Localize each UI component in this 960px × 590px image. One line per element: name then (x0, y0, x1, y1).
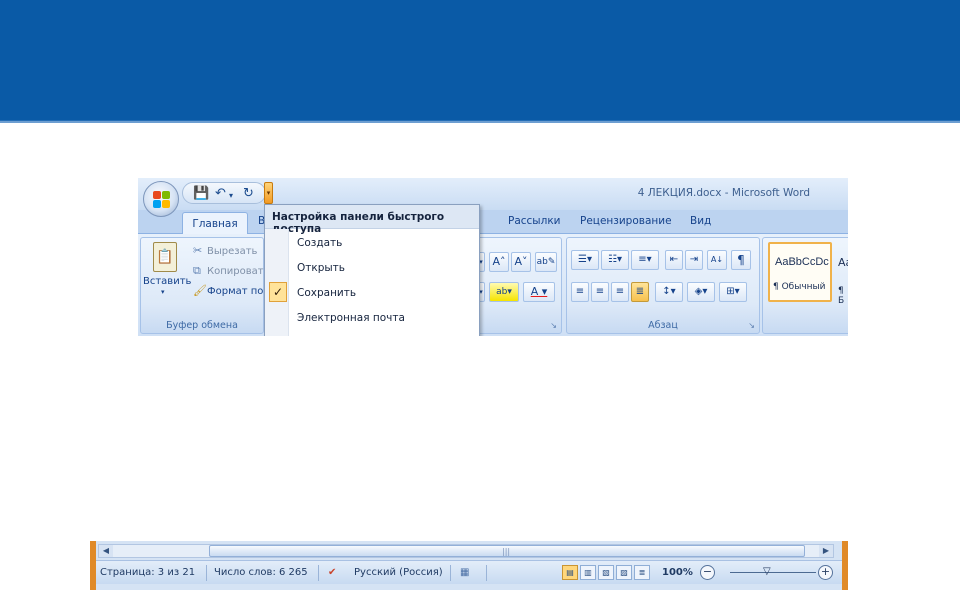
clipboard-group-label: Буфер обмена (166, 320, 238, 331)
highlight-icon[interactable]: ab▾ (489, 282, 519, 302)
menu-item-open[interactable]: Открыть (297, 262, 345, 274)
paragraph-dialog-launcher[interactable]: ↘ (748, 321, 755, 330)
justify-icon[interactable]: ≣ (631, 282, 649, 302)
title-bar: 💾 ↶ ▾ ↻ ▾ 4 ЛЕКЦИЯ.docx - Microsoft Word (138, 178, 848, 217)
numbering-icon[interactable]: ☷▾ (601, 250, 629, 270)
page-counter[interactable]: Страница: 3 из 21 (100, 567, 195, 578)
bullets-icon[interactable]: ☰▾ (571, 250, 599, 270)
paste-button[interactable]: Вставить (143, 276, 191, 287)
status-separator (450, 565, 451, 581)
style-normal[interactable]: AaBbCcDc ¶ Обычный (768, 242, 832, 302)
customize-qat-button[interactable]: ▾ (264, 182, 273, 204)
word-window-screenshot: 💾 ↶ ▾ ↻ ▾ 4 ЛЕКЦИЯ.docx - Microsoft Word… (138, 178, 848, 336)
cut-button[interactable]: ✂ Вырезать (193, 244, 257, 257)
quick-access-toolbar: 💾 ↶ ▾ ↻ (182, 182, 266, 204)
borders-icon[interactable]: ⊞▾ (719, 282, 747, 302)
style-name: ¶ Обычный (773, 282, 826, 292)
status-bar: Страница: 3 из 21 Число слов: 6 265 ✔ Ру… (96, 560, 842, 584)
clear-format-icon[interactable]: ab✎ (535, 252, 557, 272)
macro-record-icon[interactable]: ▦ (460, 567, 469, 578)
zoom-slider[interactable] (730, 572, 816, 573)
save-icon[interactable]: 💾 (193, 186, 209, 201)
paste-icon[interactable]: 📋 (153, 242, 177, 272)
horizontal-scrollbar[interactable]: ◀ ||| ▶ (98, 544, 834, 558)
paragraph-group-label: Абзац (648, 320, 678, 331)
scrollbar-thumb[interactable]: ||| (209, 545, 805, 557)
print-layout-view-icon[interactable]: ▤ (562, 565, 578, 580)
office-button[interactable] (143, 181, 179, 217)
copy-label: Копироват (207, 266, 264, 277)
cut-label: Вырезать (207, 246, 258, 257)
banner-divider (0, 120, 960, 123)
sort-icon[interactable]: A↓ (707, 250, 727, 270)
style-next-sample[interactable]: Aa (838, 256, 848, 269)
proofing-icon[interactable]: ✔ (328, 567, 336, 578)
title-banner (0, 0, 960, 121)
scissors-icon: ✂ (193, 244, 203, 257)
zoom-out-icon[interactable]: − (700, 565, 715, 580)
tab-home[interactable]: Главная (182, 212, 248, 236)
web-layout-icon[interactable]: ▧ (598, 565, 614, 580)
language-indicator[interactable]: Русский (Россия) (354, 567, 443, 578)
decrease-indent-icon[interactable]: ⇤ (665, 250, 683, 270)
line-spacing-icon[interactable]: ↕▾ (655, 282, 683, 302)
full-screen-reading-icon[interactable]: ▥ (580, 565, 596, 580)
style-next-name[interactable]: ¶ Б (838, 286, 848, 306)
scroll-grip-icon: ||| (502, 547, 511, 556)
menu-header: Настройка панели быстрого доступа (265, 205, 479, 235)
paragraph-group: ☰▾ ☷▾ ≡▾ ⇤ ⇥ A↓ ¶ ≡ ≡ ≡ ≣ ↕▾ ◈▾ ⊞▾ Абзац… (566, 237, 760, 334)
tab-view[interactable]: Вид (690, 215, 711, 227)
draft-view-icon[interactable]: ≣ (634, 565, 650, 580)
paste-dropdown-icon[interactable]: ▾ (161, 288, 165, 296)
menu-item-email[interactable]: Электронная почта (297, 312, 405, 324)
shrink-font-button[interactable]: A˅ (511, 252, 531, 272)
scroll-left-icon[interactable]: ◀ (99, 545, 113, 557)
outline-view-icon[interactable]: ▨ (616, 565, 632, 580)
brush-icon: 🖌 (193, 284, 207, 297)
undo-icon[interactable]: ↶ (215, 186, 226, 201)
window-title: 4 ЛЕКЦИЯ.docx - Microsoft Word (637, 187, 810, 199)
checkmark-icon: ✓ (269, 282, 287, 302)
align-right-icon[interactable]: ≡ (611, 282, 629, 302)
office-logo-icon (153, 191, 170, 208)
copy-icon: ⧉ (193, 264, 201, 277)
copy-button[interactable]: ⧉ Копироват (193, 264, 264, 278)
font-color-icon[interactable]: A ▾ (523, 282, 555, 302)
tab-review[interactable]: Рецензирование (580, 215, 672, 227)
increase-indent-icon[interactable]: ⇥ (685, 250, 703, 270)
style-sample-text: AaBbCcDc (775, 256, 829, 268)
font-dialog-launcher[interactable]: ↘ (550, 321, 557, 330)
window-border-right (842, 541, 848, 590)
zoom-in-icon[interactable]: + (818, 565, 833, 580)
shading-icon[interactable]: ◈▾ (687, 282, 715, 302)
menu-item-save[interactable]: Сохранить (297, 287, 356, 299)
format-painter-button[interactable]: 🖌Формат по (193, 284, 263, 297)
zoom-slider-thumb[interactable]: ▽ (763, 566, 771, 577)
format-painter-label: Формат по (207, 286, 264, 297)
status-separator (486, 565, 487, 581)
clipboard-group: 📋 Вставить ▾ ✂ Вырезать ⧉ Копироват 🖌Форма… (140, 237, 264, 334)
status-bar-screenshot: ◀ ||| ▶ Страница: 3 из 21 Число слов: 6 … (90, 541, 848, 590)
ribbon: 📋 Вставить ▾ ✂ Вырезать ⧉ Копироват 🖌Форма… (138, 234, 848, 336)
align-center-icon[interactable]: ≡ (591, 282, 609, 302)
align-left-icon[interactable]: ≡ (571, 282, 589, 302)
grow-font-button[interactable]: A˄ (489, 252, 509, 272)
scroll-right-icon[interactable]: ▶ (819, 545, 833, 557)
redo-icon[interactable]: ↻ (243, 186, 254, 201)
status-separator (206, 565, 207, 581)
menu-item-new[interactable]: Создать (297, 237, 342, 249)
multilevel-list-icon[interactable]: ≡▾ (631, 250, 659, 270)
customize-qat-menu: Настройка панели быстрого доступа ✓ Созд… (264, 204, 480, 336)
undo-dropdown-icon[interactable]: ▾ (229, 188, 233, 203)
pilcrow-icon[interactable]: ¶ (731, 250, 751, 270)
tab-mailings[interactable]: Рассылки (508, 215, 560, 227)
zoom-level[interactable]: 100% (662, 567, 693, 578)
word-count[interactable]: Число слов: 6 265 (214, 567, 308, 578)
status-separator (318, 565, 319, 581)
